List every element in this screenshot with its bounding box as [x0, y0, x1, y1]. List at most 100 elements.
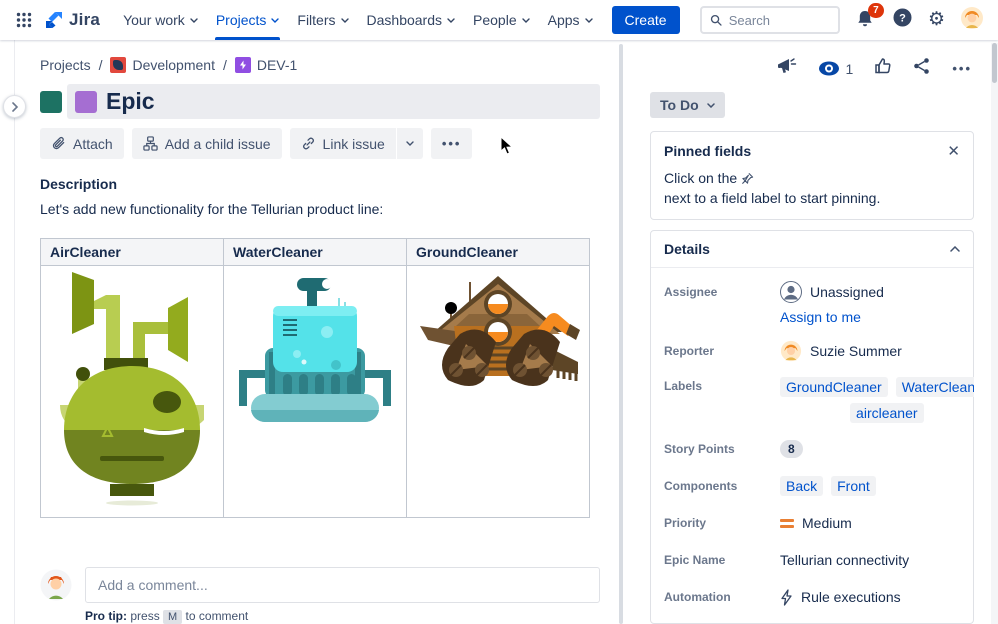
expand-sidebar-button[interactable] — [3, 95, 26, 118]
nav-dashboards[interactable]: Dashboards — [358, 0, 465, 40]
gear-icon: ⚙ — [927, 9, 945, 30]
chevron-down-icon — [447, 17, 455, 23]
link-icon — [302, 137, 314, 150]
search-input[interactable] — [728, 12, 830, 28]
watcher-count: 1 — [845, 60, 854, 77]
column-aircleaner[interactable]: AirCleaner — [40, 238, 224, 267]
nav-projects[interactable]: Projects — [207, 0, 289, 40]
ellipsis-icon: ••• — [441, 136, 462, 152]
app-switcher-icon[interactable] — [10, 6, 38, 34]
teal-tile-icon[interactable] — [40, 90, 62, 113]
column-groundcleaner[interactable]: GroundCleaner — [406, 238, 590, 267]
current-user-avatar — [40, 569, 72, 601]
nav-your-work[interactable]: Your work — [114, 0, 207, 40]
nav-apps[interactable]: Apps — [539, 0, 602, 40]
breadcrumb-issue-key[interactable]: DEV-1 — [234, 57, 297, 73]
search-icon — [710, 14, 722, 26]
jira-mark-icon — [46, 12, 62, 28]
close-icon[interactable]: ✕ — [947, 144, 960, 159]
share-button[interactable] — [913, 57, 931, 80]
status-badge: To Do — [660, 97, 699, 113]
issue-main-pane: Projects / Development / DEV-1 Epic Atta… — [15, 40, 619, 624]
breadcrumb: Projects / Development / DEV-1 — [40, 57, 298, 73]
scrollbar[interactable] — [991, 43, 998, 624]
purple-tile-icon — [75, 90, 97, 113]
field-story-points[interactable]: Story Points 8 — [664, 438, 960, 460]
nav-right-cluster: 7 ? ⚙ — [699, 3, 984, 35]
field-automation[interactable]: Automation Rule executions — [664, 586, 960, 608]
table-row — [40, 265, 590, 519]
link-issue-split-button: Link issue — [289, 128, 423, 160]
field-reporter[interactable]: Reporter Suzie Summer — [664, 340, 960, 362]
help-icon: ? — [893, 8, 912, 27]
chevron-right-icon — [11, 101, 18, 112]
details-header[interactable]: Details — [651, 231, 973, 268]
label-chip[interactable]: WaterCleaner — [895, 377, 974, 397]
issue-actions-row: 1 ••• — [650, 57, 974, 80]
comment-pro-tip: Pro tip: press M to comment — [85, 609, 249, 624]
field-priority[interactable]: Priority Medium — [664, 512, 960, 534]
field-epic-name[interactable]: Epic Name Tellurian connectivity — [664, 549, 960, 571]
issue-side-pane: 1 ••• To Do Pinned fields ✕ Click on the… — [650, 40, 974, 624]
link-issue-button[interactable]: Link issue — [289, 128, 396, 160]
unassigned-avatar-icon — [780, 281, 802, 303]
story-points-badge: 8 — [780, 440, 803, 458]
vote-button[interactable] — [874, 57, 892, 80]
assign-to-me-link[interactable]: Assign to me — [780, 309, 960, 325]
chevron-down-icon — [521, 17, 530, 23]
nav-people[interactable]: People — [464, 0, 539, 40]
attach-button[interactable]: Attach — [40, 128, 124, 160]
breadcrumb-projects[interactable]: Projects — [40, 57, 91, 73]
priority-medium-icon — [780, 518, 794, 528]
issue-more-button[interactable]: ••• — [952, 61, 972, 76]
aircleaner-illustration[interactable] — [48, 270, 216, 508]
component-chip[interactable]: Front — [831, 476, 876, 496]
label-chip[interactable]: GroundCleaner — [780, 377, 888, 397]
child-issues-icon — [143, 136, 158, 151]
thumbs-up-icon — [875, 58, 891, 74]
description-table: AirCleaner WaterCleaner GroundCleaner — [40, 238, 590, 519]
page-title: Epic — [106, 88, 155, 114]
global-search[interactable] — [699, 6, 840, 34]
profile-avatar[interactable] — [960, 6, 984, 35]
status-dropdown[interactable]: To Do — [650, 92, 725, 118]
component-chip[interactable]: Back — [780, 476, 824, 496]
jira-logo[interactable]: Jira — [44, 10, 100, 30]
megaphone-icon — [777, 58, 796, 73]
watercleaner-cell — [223, 265, 407, 519]
paperclip-icon — [52, 137, 65, 150]
lightning-icon — [781, 588, 792, 606]
issue-title-field[interactable]: Epic — [67, 84, 600, 120]
chevron-down-icon — [584, 17, 593, 23]
description-heading: Description — [40, 176, 118, 193]
groundcleaner-illustration[interactable] — [414, 270, 582, 508]
feedback-button[interactable] — [777, 57, 797, 80]
create-button[interactable]: Create — [611, 6, 680, 34]
pin-icon — [742, 172, 754, 184]
pinned-fields-title: Pinned fields — [664, 143, 752, 159]
breadcrumb-project[interactable]: Development — [110, 57, 215, 73]
description-text[interactable]: Let's add new functionality for the Tell… — [40, 201, 600, 217]
link-issue-dropdown-button[interactable] — [396, 128, 423, 160]
settings-button[interactable]: ⚙ — [928, 10, 945, 30]
table-header-row: AirCleaner WaterCleaner GroundCleaner — [40, 238, 590, 267]
chevron-down-icon — [190, 17, 198, 23]
pane-splitter[interactable] — [619, 44, 623, 624]
column-watercleaner[interactable]: WaterCleaner — [223, 238, 407, 267]
label-chip[interactable]: aircleaner — [850, 403, 924, 423]
issue-title-row: Epic — [40, 84, 600, 120]
watercleaner-illustration[interactable] — [231, 270, 399, 508]
notifications-button[interactable]: 7 — [855, 3, 884, 31]
watch-button[interactable]: 1 — [818, 60, 854, 77]
help-button[interactable]: ? — [892, 7, 913, 33]
epic-type-icon — [234, 57, 251, 73]
toolbar-more-button[interactable]: ••• — [430, 128, 473, 160]
nav-filters[interactable]: Filters — [288, 0, 357, 40]
comment-input[interactable] — [85, 567, 600, 603]
add-child-issue-button[interactable]: Add a child issue — [131, 128, 282, 160]
eye-icon — [818, 61, 839, 76]
chevron-down-icon — [340, 17, 349, 23]
field-assignee[interactable]: Assignee Unassigned — [664, 281, 960, 303]
project-avatar-icon — [110, 57, 127, 73]
details-panel: Details Assignee Unassigned Assign to me… — [650, 230, 974, 624]
